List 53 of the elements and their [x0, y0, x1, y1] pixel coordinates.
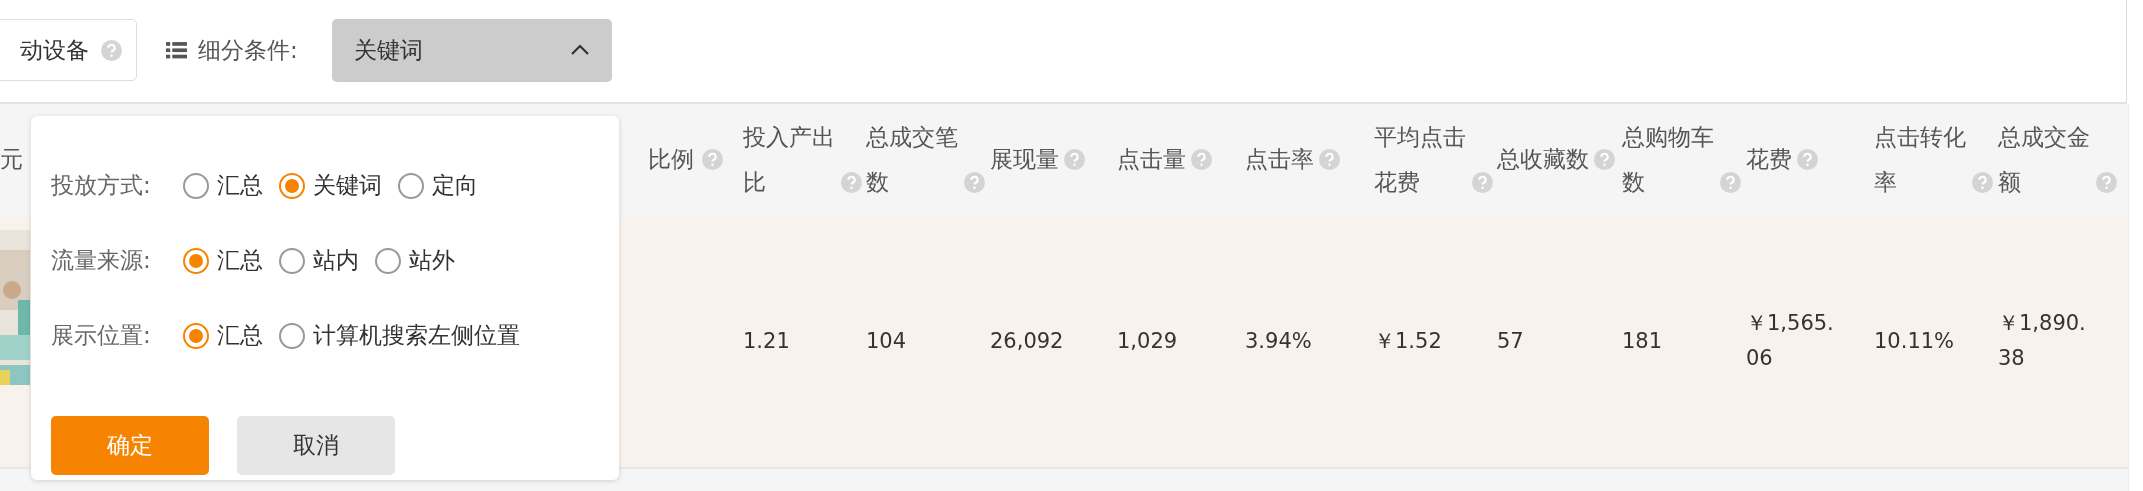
- list-icon: [166, 41, 187, 59]
- column-header: 平均点击花费: [1374, 122, 1467, 197]
- table-cell-text: 104: [866, 327, 908, 355]
- help-icon: [1319, 149, 1340, 170]
- help-icon: [1064, 149, 1085, 170]
- help-icon: [1594, 149, 1615, 170]
- table-cell-text: 3.94%: [1245, 327, 1313, 355]
- help-icon: [1720, 171, 1741, 193]
- segment-label: 细分条件:: [198, 35, 298, 65]
- column-header: 点击转化率: [1874, 122, 1967, 197]
- column-header: 总购物车数: [1622, 122, 1715, 197]
- table-cell-text: 1.21: [743, 327, 791, 355]
- table-cell-text: ￥1,890.38: [1998, 310, 2087, 372]
- help-icon: [1191, 149, 1212, 170]
- help-icon: [1972, 171, 1993, 193]
- table-cell-text: 10.11%: [1874, 327, 1956, 355]
- radio-option[interactable]: 汇总: [183, 320, 263, 351]
- help-icon: [2096, 171, 2117, 193]
- device-button[interactable]: 动设备: [0, 19, 137, 81]
- radio-option[interactable]: 站内: [279, 245, 359, 276]
- radio-option[interactable]: 定向: [398, 170, 478, 201]
- column-header: 投入产出比: [743, 122, 836, 197]
- segment-dropdown[interactable]: 关键词: [331, 18, 612, 82]
- column-header: 总成交笔数: [866, 122, 959, 197]
- column-header: 比例: [648, 145, 694, 174]
- table-cell-text: 1,029: [1117, 327, 1179, 355]
- filter-label: 展示位置:: [51, 321, 152, 350]
- help-icon: [1472, 171, 1493, 193]
- help-icon: [841, 171, 862, 193]
- table-cell-text: ￥1,565.06: [1746, 310, 1835, 372]
- table-cell-text: 26,092: [990, 327, 1065, 355]
- column-header: 花费: [1746, 145, 1792, 174]
- table-cell-text: 181: [1622, 327, 1664, 355]
- radio-option[interactable]: 站外: [375, 245, 455, 276]
- table-cell-text: 57: [1497, 327, 1525, 355]
- help-icon: [1797, 149, 1818, 170]
- radio-option[interactable]: 汇总: [183, 170, 263, 201]
- help-icon: [964, 171, 985, 193]
- column-header: 总成交金额: [1998, 122, 2091, 197]
- filter-label: 流量来源:: [51, 246, 152, 275]
- cancel-button[interactable]: 取消: [237, 416, 395, 475]
- column-header: 点击率: [1245, 145, 1314, 174]
- help-icon: [702, 149, 723, 170]
- filter-label: 投放方式:: [51, 171, 152, 200]
- column-header: 展现量: [990, 145, 1059, 174]
- radio-option[interactable]: 计算机搜索左侧位置: [279, 320, 520, 351]
- table-cell-text: ￥1.52: [1374, 327, 1443, 355]
- radio-option[interactable]: 汇总: [183, 245, 263, 276]
- column-header: 总收藏数: [1497, 145, 1589, 174]
- radio-option[interactable]: 关键词: [279, 170, 382, 201]
- column-header: 点击量: [1117, 145, 1186, 174]
- column-header: 元: [0, 145, 23, 174]
- help-icon: [101, 39, 122, 61]
